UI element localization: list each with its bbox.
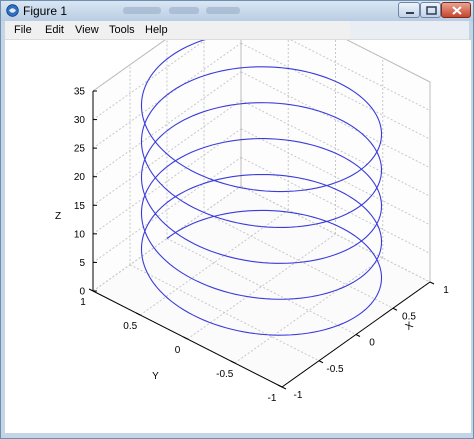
minimize-icon xyxy=(406,12,414,14)
minimize-button[interactable] xyxy=(398,2,420,18)
figure-window: Figure 1 File Edit View Tools Help 0 5 10 1… xyxy=(0,0,474,439)
maximize-icon xyxy=(426,6,437,15)
x-tick xyxy=(318,360,324,364)
plot-3d[interactable]: 0510152025303510.50-0.5-1 -1-0.500.51ZYX xyxy=(5,40,471,433)
menu-bar-fade xyxy=(350,21,469,39)
title-bar-blur xyxy=(206,7,240,14)
x-tick-label: -1 xyxy=(294,390,303,401)
close-icon xyxy=(452,6,462,15)
figure-canvas: 0 5 10 15 20 25 30 35 1 0.5 0 -0.5 -1 -1 -0.5 0 0.5 1 Z Y X xyxy=(5,40,471,433)
x-tick-label: -0.5 xyxy=(326,364,344,375)
menu-tools[interactable]: Tools xyxy=(109,24,135,36)
menu-help[interactable]: Help xyxy=(145,24,168,36)
menu-edit[interactable]: Edit xyxy=(45,24,64,36)
z-tick-label: 10 xyxy=(74,229,86,240)
y-axis-label: Y xyxy=(152,371,159,382)
x-tick xyxy=(392,307,398,311)
z-tick-label: 35 xyxy=(74,87,86,98)
window-bottom-border xyxy=(1,433,473,438)
y-tick-label: 0 xyxy=(175,345,181,356)
title-bar-blur xyxy=(123,7,161,14)
z-tick-label: 30 xyxy=(74,115,86,126)
window-title: Figure 1 xyxy=(23,4,68,18)
maximize-button[interactable] xyxy=(420,2,441,18)
x-tick-label: 1 xyxy=(443,285,449,296)
y-tick-label: 1 xyxy=(80,297,86,308)
x-tick xyxy=(281,386,287,390)
y-tick xyxy=(88,288,94,292)
z-tick-label: 25 xyxy=(74,144,86,155)
z-tick-label: 15 xyxy=(74,201,86,212)
x-tick-label: 0 xyxy=(369,338,375,349)
title-bar-blur xyxy=(169,7,199,14)
close-button[interactable] xyxy=(441,2,471,18)
x-tick xyxy=(355,334,361,337)
x-tick xyxy=(429,281,435,285)
z-axis-label: Z xyxy=(55,211,61,222)
y-tick-label: -1 xyxy=(268,393,277,404)
y-tick-label: -0.5 xyxy=(216,369,234,380)
z-tick-label: 20 xyxy=(74,172,86,183)
figure-app-icon xyxy=(6,4,19,17)
z-tick-label: 5 xyxy=(79,258,85,269)
menu-view[interactable]: View xyxy=(75,24,99,36)
menu-bar: File Edit View Tools Help xyxy=(5,21,469,40)
menu-file[interactable]: File xyxy=(14,24,32,36)
y-tick-label: 0.5 xyxy=(123,321,137,332)
z-tick-label: 0 xyxy=(79,287,85,298)
title-bar[interactable]: Figure 1 xyxy=(1,1,473,21)
